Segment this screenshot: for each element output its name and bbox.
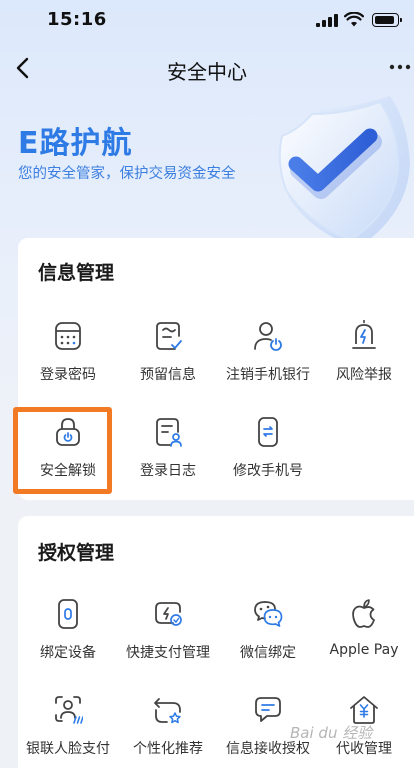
password-keypad-icon	[55, 322, 81, 350]
status-time: 15:16	[47, 9, 107, 30]
battery-icon	[372, 13, 402, 27]
nav-bar: 安全中心	[0, 48, 414, 88]
item-label: 银联人脸支付	[26, 741, 110, 757]
watermark: Bai du 经验	[290, 724, 373, 742]
item-bind-device[interactable]: 绑定设备	[18, 598, 118, 678]
item-label: 风险举报	[336, 367, 392, 383]
item-apple-pay[interactable]: Apple Pay	[314, 598, 414, 678]
user-power-icon	[254, 322, 282, 351]
item-label: 个性化推荐	[133, 741, 203, 757]
page-title: 安全中心	[167, 60, 247, 84]
item-label: 安全解锁	[40, 463, 96, 479]
item-quick-pay[interactable]: 快捷支付管理	[118, 598, 218, 678]
item-label: 修改手机号	[233, 463, 303, 479]
item-label: 预留信息	[140, 367, 196, 383]
more-options-icon[interactable]	[388, 60, 412, 74]
risk-report-icon	[352, 320, 376, 349]
apple-icon	[352, 599, 375, 628]
section-title-info: 信息管理	[38, 262, 115, 284]
item-face-pay[interactable]: 银联人脸支付	[18, 694, 118, 768]
item-security-unlock[interactable]: 安全解锁	[18, 416, 118, 496]
item-risk-report[interactable]: 风险举报	[314, 320, 414, 400]
item-wechat-bind[interactable]: 微信绑定	[218, 598, 318, 678]
wechat-icon	[254, 601, 283, 627]
item-personalized-recommend[interactable]: 个性化推荐	[118, 694, 218, 768]
message-auth-icon	[255, 697, 281, 722]
item-login-log[interactable]: 登录日志	[118, 416, 218, 496]
item-reserved-info[interactable]: 预留信息	[118, 320, 218, 400]
phone-change-icon	[258, 417, 278, 447]
item-label: 登录日志	[140, 463, 196, 479]
hero-title: E路护航	[18, 126, 133, 161]
login-log-icon	[156, 418, 182, 447]
item-label: 快捷支付管理	[126, 645, 210, 661]
item-label: 绑定设备	[40, 645, 96, 661]
security-shield-icon	[278, 96, 410, 248]
item-label: Apple Pay	[329, 642, 399, 658]
cellular-signal-icon	[316, 14, 338, 27]
quick-pay-icon	[155, 602, 182, 626]
item-change-phone[interactable]: 修改手机号	[218, 416, 318, 496]
reserved-info-icon	[156, 322, 182, 350]
face-pay-icon	[55, 696, 83, 724]
unlock-icon	[56, 418, 80, 446]
info-management-card: 信息管理 登录密码 预留信息 注销手机银行 风险举报 安全解锁 登录日志 修改手…	[18, 238, 414, 500]
status-bar: 15:16	[0, 0, 414, 42]
item-cancel-mobile-banking[interactable]: 注销手机银行	[218, 320, 318, 400]
personalized-icon	[154, 698, 181, 724]
device-bind-icon	[58, 599, 78, 629]
wifi-icon	[344, 12, 364, 27]
hero-subtitle: 您的安全管家，保护交易资金安全	[18, 166, 236, 182]
item-login-password[interactable]: 登录密码	[18, 320, 118, 400]
item-label: 登录密码	[40, 367, 96, 383]
section-title-auth: 授权管理	[38, 542, 115, 564]
